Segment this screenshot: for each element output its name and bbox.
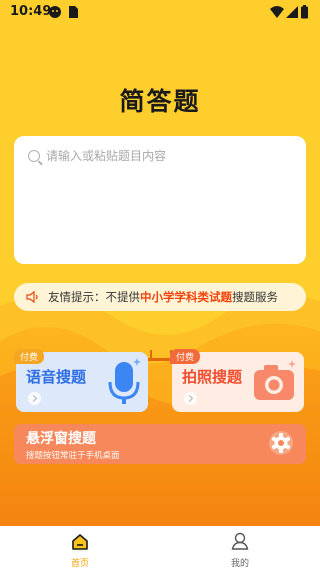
voice-search-title: 语音搜题: [26, 368, 87, 386]
voice-search-card[interactable]: 付费 语音搜题: [14, 349, 148, 412]
nav-profile-label: 我的: [230, 559, 249, 569]
floating-window-title: 悬浮窗搜题: [26, 431, 96, 447]
nav-home-label: 首页: [70, 559, 89, 569]
notice-highlight: 中小学学科类试题: [140, 290, 232, 304]
camera-icon: [254, 360, 296, 400]
wifi-icon: [270, 6, 284, 18]
status-bar: 10:49: [0, 0, 320, 24]
photo-search-card[interactable]: 付费 拍照搜题: [170, 349, 304, 412]
notice-bar: 友情提示：不提供中小学学科类试题搜题服务: [14, 283, 306, 311]
chevron-right-icon[interactable]: [28, 392, 41, 405]
bottom-navigation: 首页 我的: [0, 526, 320, 569]
cat-notification-icon: [49, 6, 61, 18]
profile-icon: [231, 532, 249, 550]
search-icon: [28, 150, 40, 162]
signal-icon: [286, 6, 298, 18]
floating-window-subtitle: 搜题按钮常驻于手机桌面: [26, 451, 120, 461]
home-icon: [72, 534, 88, 550]
notice-suffix: 搜题服务: [232, 290, 278, 304]
question-input-box[interactable]: 请输入或粘贴题目内容: [14, 136, 306, 264]
nav-profile[interactable]: 我的: [160, 526, 320, 569]
question-input-placeholder[interactable]: 请输入或粘贴题目内容: [46, 147, 166, 164]
microphone-icon: [108, 358, 141, 404]
floating-window-search-card[interactable]: 悬浮窗搜题 搜题按钮常驻于手机桌面: [14, 424, 306, 464]
chevron-right-icon[interactable]: [184, 392, 197, 405]
app-title: 简答题: [119, 87, 201, 116]
status-time: 10:49: [10, 4, 52, 19]
photo-search-title: 拍照搜题: [182, 368, 243, 386]
paid-badge: 付费: [14, 349, 45, 364]
gear-icon[interactable]: [268, 430, 294, 456]
battery-icon: [301, 5, 308, 19]
notice-text: 友情提示：不提供中小学学科类试题搜题服务: [48, 289, 278, 305]
speaker-icon: [26, 290, 38, 304]
notice-prefix: 友情提示：不提供: [48, 290, 140, 304]
paid-badge: 付费: [170, 349, 201, 364]
sim-card-icon: [69, 6, 78, 18]
nav-home[interactable]: 首页: [0, 526, 160, 569]
